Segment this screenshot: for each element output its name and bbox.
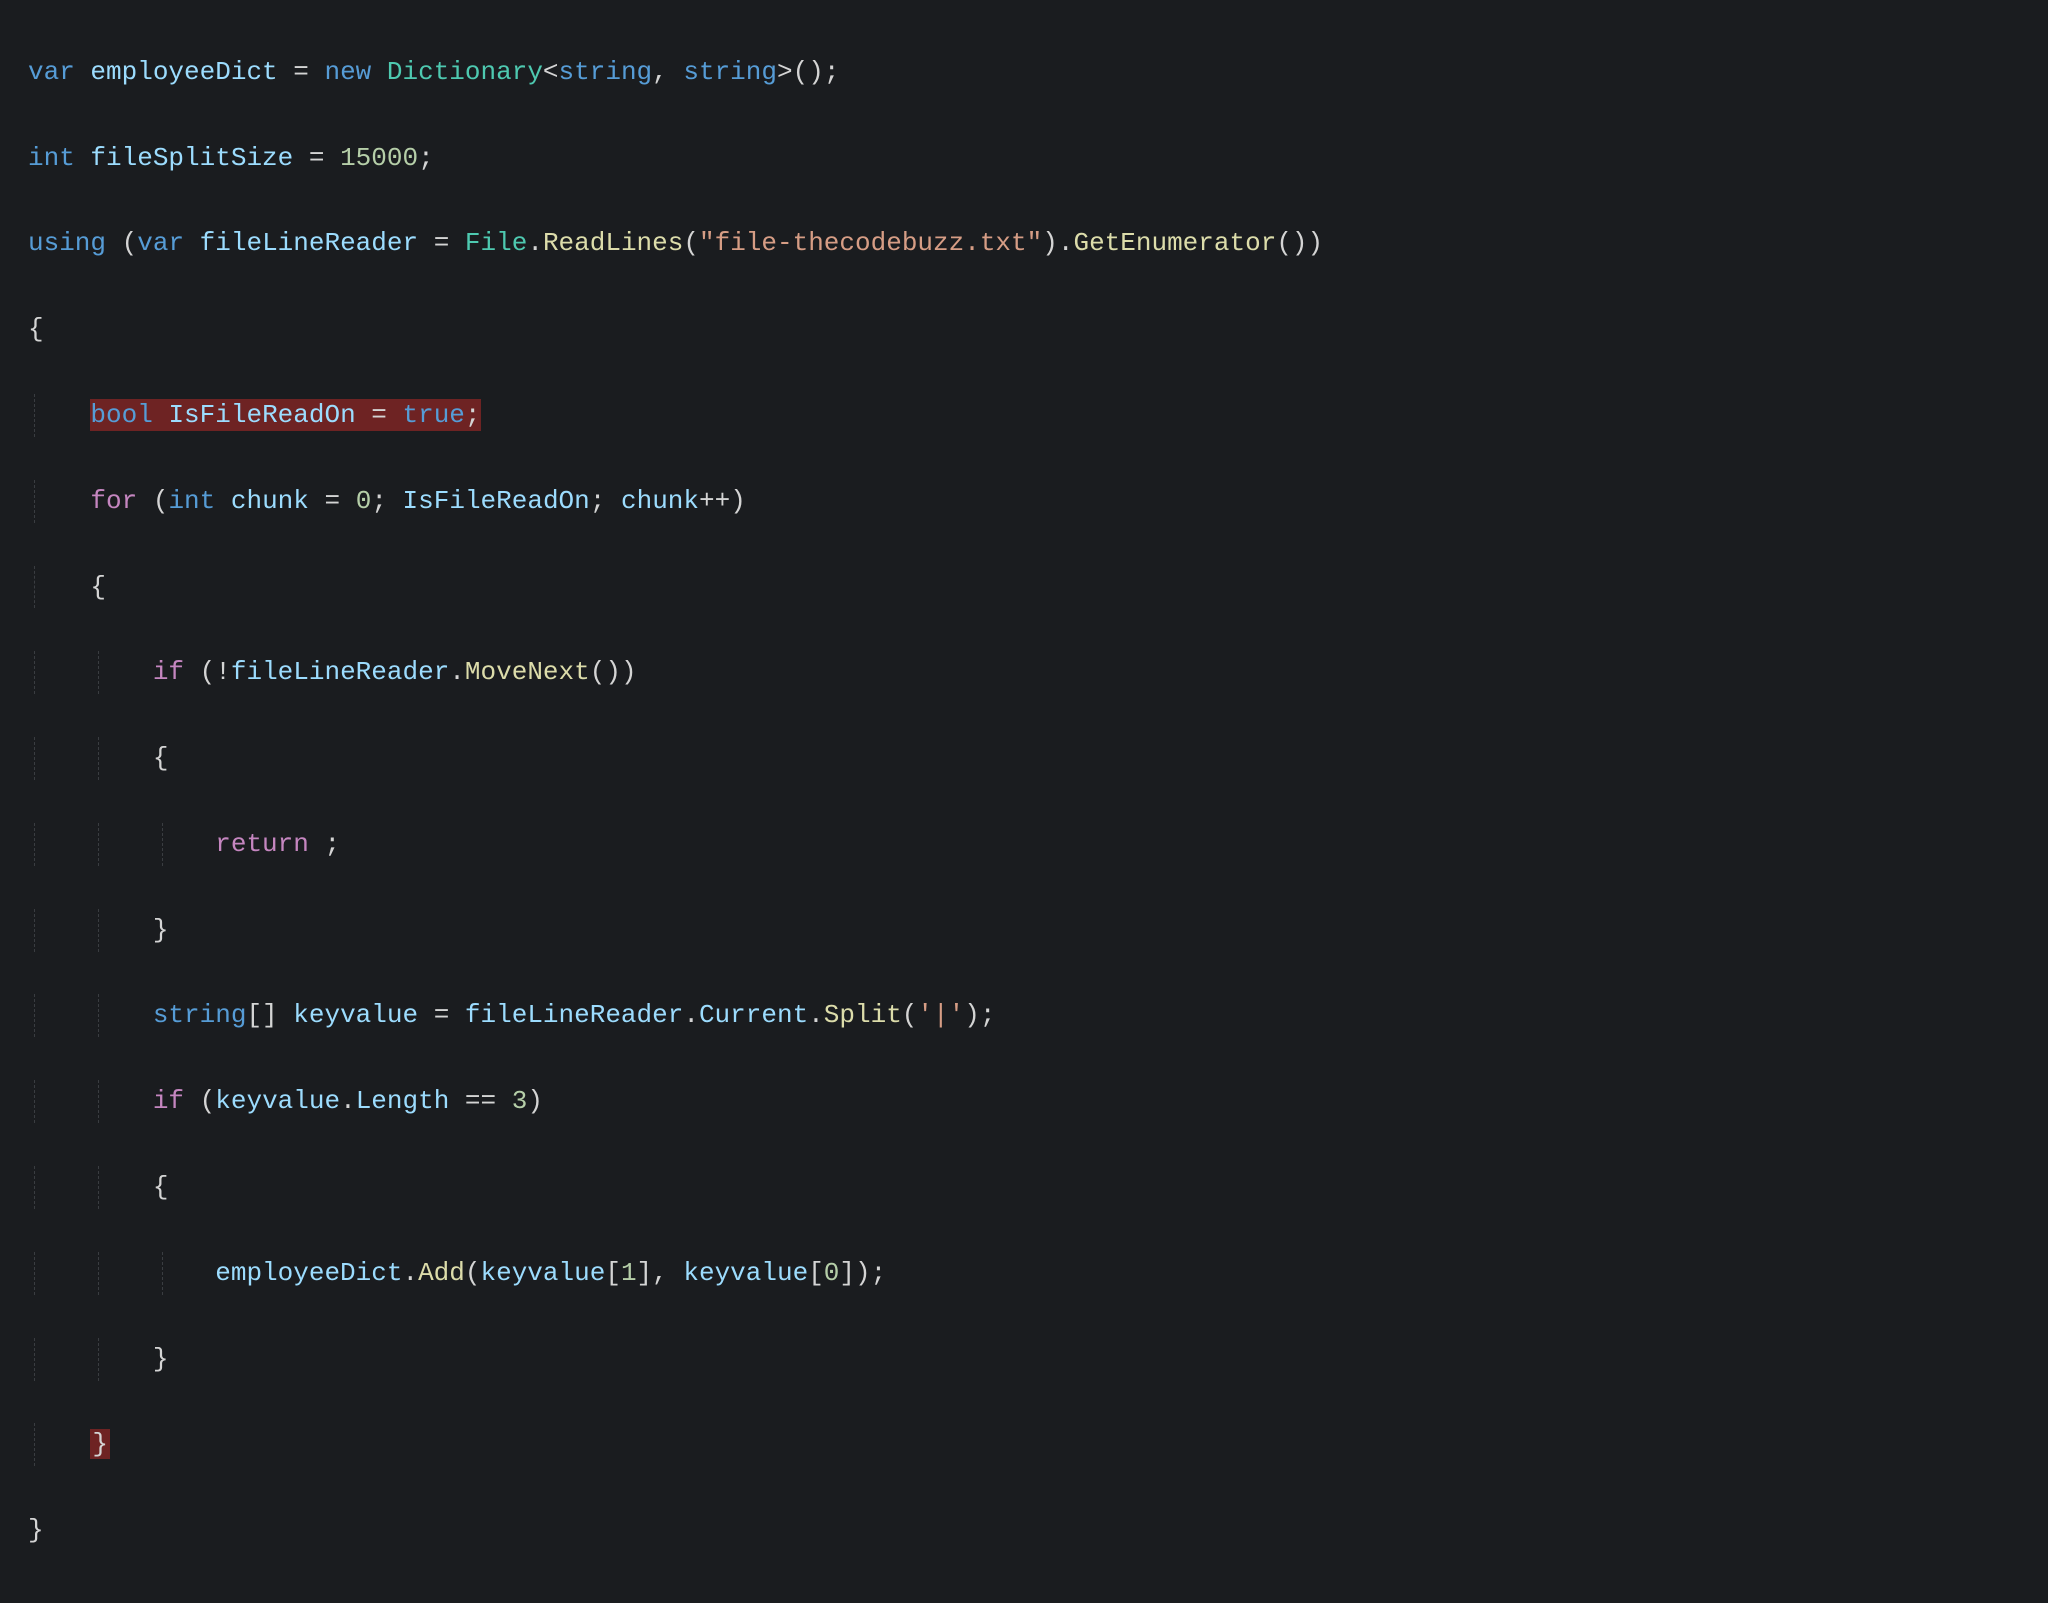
keyword-var: var <box>28 57 75 87</box>
indent-guide <box>34 1423 35 1466</box>
keyword-if: if <box>153 657 184 687</box>
brace-open: { <box>90 572 106 602</box>
indent-guide <box>34 1338 35 1381</box>
method-name: GetEnumerator <box>1073 228 1276 258</box>
method-name: Add <box>418 1258 465 1288</box>
code-line: } <box>28 909 2048 952</box>
identifier: keyvalue <box>215 1086 340 1116</box>
type-name: File <box>465 228 527 258</box>
keyword-for: for <box>90 486 137 516</box>
keyword-return: return <box>215 829 309 859</box>
code-line: string[] keyvalue = fileLineReader.Curre… <box>28 994 2048 1037</box>
indent-guide <box>98 909 99 952</box>
brace-close: } <box>153 915 169 945</box>
code-line: var employeeDict = new Dictionary<string… <box>28 51 2048 94</box>
indent-guide <box>34 1252 35 1295</box>
indent-guide <box>98 994 99 1037</box>
code-line: } <box>28 1509 2048 1552</box>
indent-guide <box>98 1338 99 1381</box>
indent-guide <box>34 1166 35 1209</box>
method-name: MoveNext <box>465 657 590 687</box>
code-line: { <box>28 308 2048 351</box>
indent-guide <box>34 994 35 1037</box>
keyword-new: new <box>324 57 371 87</box>
indent-guide <box>98 1080 99 1123</box>
brace-open: { <box>153 743 169 773</box>
code-line: bool IsFileReadOn = true; <box>28 394 2048 437</box>
method-name: ReadLines <box>543 228 683 258</box>
indent-guide <box>34 737 35 780</box>
brace-close-highlighted: } <box>90 1429 110 1459</box>
code-editor[interactable]: var employeeDict = new Dictionary<string… <box>0 0 2048 1603</box>
indent-guide <box>34 566 35 609</box>
identifier: employeeDict <box>215 1258 402 1288</box>
brace-open: { <box>153 1172 169 1202</box>
keyword-int: int <box>28 143 75 173</box>
method-name: Split <box>824 1000 902 1030</box>
indent-guide <box>162 823 163 866</box>
brace-close: } <box>28 1515 44 1545</box>
indent-guide <box>98 823 99 866</box>
indent-guide <box>98 737 99 780</box>
code-line: { <box>28 737 2048 780</box>
indent-guide <box>34 823 35 866</box>
indent-guide <box>162 1252 163 1295</box>
code-line: if (keyvalue.Length == 3) <box>28 1080 2048 1123</box>
code-line: using (var fileLineReader = File.ReadLin… <box>28 222 2048 265</box>
code-line: { <box>28 1166 2048 1209</box>
identifier: employeeDict <box>90 57 277 87</box>
char-literal: '|' <box>917 1000 964 1030</box>
code-line: employeeDict.Add(keyvalue[1], keyvalue[0… <box>28 1252 2048 1295</box>
identifier: chunk <box>231 486 309 516</box>
keyword-using: using <box>28 228 106 258</box>
identifier: keyvalue <box>293 1000 418 1030</box>
code-line: for (int chunk = 0; IsFileReadOn; chunk+… <box>28 480 2048 523</box>
highlighted-code: bool IsFileReadOn = true; <box>90 399 480 431</box>
indent-guide <box>34 909 35 952</box>
brace-close: } <box>153 1344 169 1374</box>
code-line: int fileSplitSize = 15000; <box>28 137 2048 180</box>
string-literal: "file-thecodebuzz.txt" <box>699 228 1042 258</box>
code-line: return ; <box>28 823 2048 866</box>
indent-guide <box>34 651 35 694</box>
identifier: fileSplitSize <box>90 143 293 173</box>
indent-guide <box>98 1252 99 1295</box>
indent-guide <box>34 1080 35 1123</box>
code-line: { <box>28 566 2048 609</box>
type-name: Dictionary <box>387 57 543 87</box>
indent-guide <box>34 394 35 437</box>
indent-guide <box>98 651 99 694</box>
indent-guide <box>98 1166 99 1209</box>
brace-open: { <box>28 314 44 344</box>
identifier: fileLineReader <box>231 657 449 687</box>
number-literal: 15000 <box>340 143 418 173</box>
code-line: if (!fileLineReader.MoveNext()) <box>28 651 2048 694</box>
identifier: fileLineReader <box>200 228 418 258</box>
number-literal: 3 <box>512 1086 528 1116</box>
keyword-if: if <box>153 1086 184 1116</box>
code-line: } <box>28 1338 2048 1381</box>
keyword-string: string <box>153 1000 247 1030</box>
indent-guide <box>34 480 35 523</box>
code-line: } <box>28 1423 2048 1466</box>
